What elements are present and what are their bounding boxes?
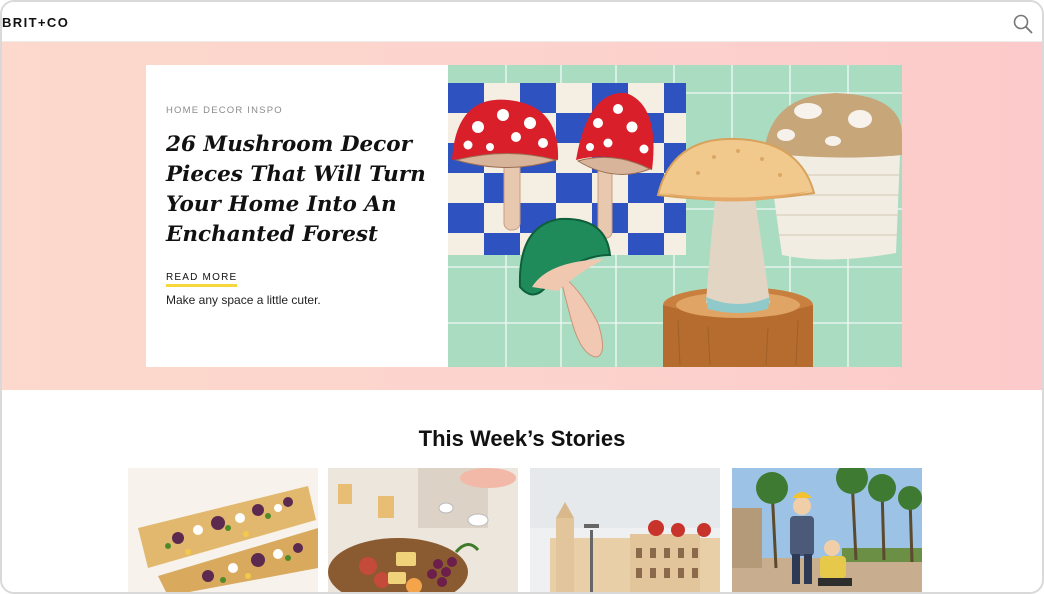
hero-text-panel: HOME DECOR INSPO 26 Mushroom Decor Piece… bbox=[146, 65, 448, 367]
search-icon[interactable] bbox=[1012, 13, 1034, 35]
site-logo[interactable]: BRIT+CO bbox=[2, 15, 69, 30]
site-header: BRIT+CO bbox=[2, 2, 1042, 42]
story-card-charcuterie[interactable] bbox=[328, 468, 518, 592]
browser-frame: BRIT+CO HOME DECOR INSPO 26 Mushroom Dec… bbox=[0, 0, 1044, 594]
section-title-this-weeks-stories: This Week’s Stories bbox=[418, 426, 626, 451]
story-card-family-outdoors[interactable] bbox=[732, 468, 922, 592]
mushroom-decor-image[interactable] bbox=[448, 65, 902, 367]
story-card-flatbread[interactable] bbox=[128, 468, 318, 592]
article-dek: Make any space a little cuter. bbox=[166, 293, 321, 307]
hero-article-card[interactable]: HOME DECOR INSPO 26 Mushroom Decor Piece… bbox=[146, 65, 902, 367]
article-category[interactable]: HOME DECOR INSPO bbox=[166, 105, 448, 116]
article-headline[interactable]: 26 Mushroom Decor Pieces That Will Turn … bbox=[166, 130, 426, 250]
read-more-link[interactable]: READ MORE bbox=[166, 272, 238, 287]
hero-band: HOME DECOR INSPO 26 Mushroom Decor Piece… bbox=[2, 42, 1042, 390]
story-card-palace[interactable] bbox=[530, 468, 720, 592]
